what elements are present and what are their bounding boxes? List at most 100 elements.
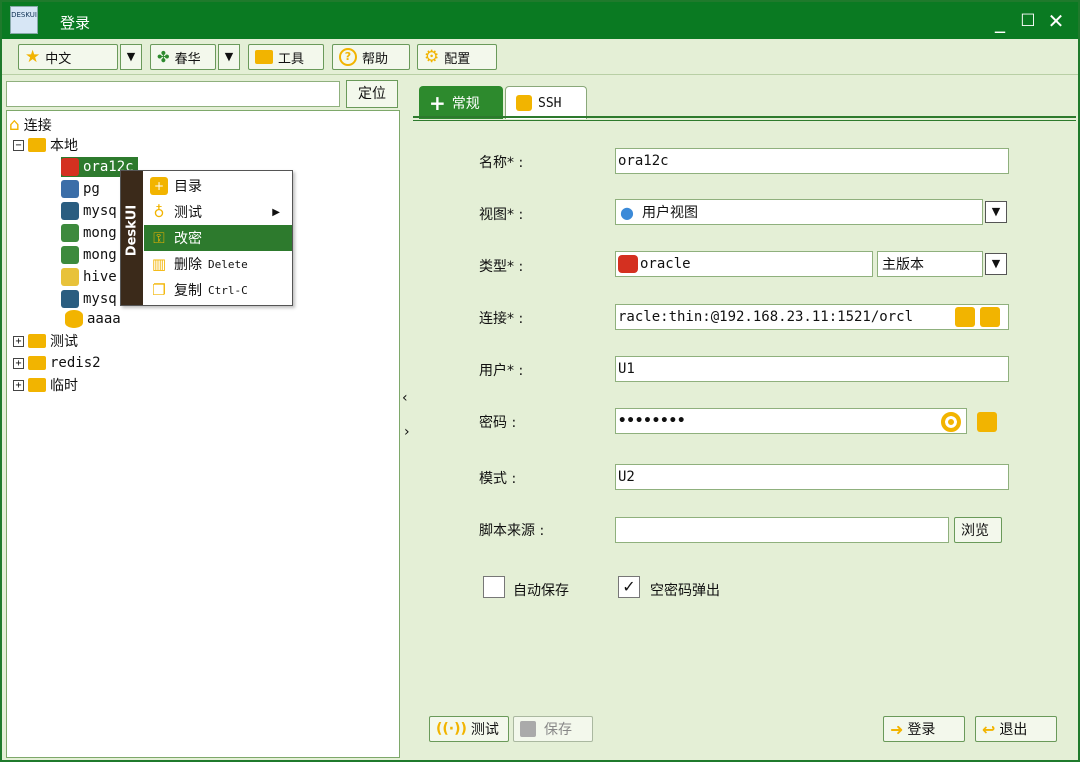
password-value: •••••••• [618,413,686,429]
tree-folder-redis2[interactable]: + redis2 [13,353,101,373]
collapse-left-icon[interactable]: ‹ [402,390,408,406]
oracle-icon [61,158,79,176]
version-select[interactable]: 主版本 [877,251,983,277]
folder-icon [28,334,46,348]
context-menu: DeskUI + 目录 ♁ 测试 ▶ ⚿ 改密 ▥ 删除 Delete ❐ 复制… [120,170,293,306]
collapse-icon[interactable]: − [13,139,24,151]
show-password-icon[interactable] [941,412,961,432]
type-value: oracle [640,256,691,272]
exit-button[interactable]: ↩ 退出 [975,716,1057,742]
menu-item-change-password[interactable]: ⚿ 改密 [144,225,292,251]
mysql-icon [61,290,79,308]
tab-ssh[interactable]: SSH [505,86,587,119]
empty-password-prompt-checkbox[interactable]: ✓ [618,576,640,598]
tree-root-label: 连接 [23,118,52,134]
save-label: 保存 [544,722,572,738]
toolbox-icon [255,50,273,64]
expand-icon[interactable]: + [13,335,24,347]
menu-item-label: 删除 [174,257,202,273]
help-button[interactable]: ? 帮助 [332,44,410,70]
tab-general-label: 常规 [451,95,480,112]
menu-item-delete[interactable]: ▥ 删除 Delete [144,251,292,277]
menu-item-directory[interactable]: + 目录 [144,173,292,199]
password-field[interactable]: •••••••• [615,408,967,434]
menu-item-test[interactable]: ♁ 测试 ▶ [144,199,292,225]
url-template-icon[interactable] [980,307,1000,327]
search-input[interactable] [6,81,340,107]
connection-label: 连接* : [479,311,524,327]
connection-field[interactable]: racle:thin:@192.168.23.11:1521/orcl [615,304,1009,330]
menu-item-label: 改密 [174,231,202,247]
tree-root[interactable]: ⌂ 连接 [9,115,52,135]
theme-dropdown-icon[interactable]: ▼ [218,44,240,70]
schema-field[interactable]: U2 [615,464,1009,490]
maple-leaf-icon: ✤ [157,48,170,66]
tree-item-pg[interactable]: pg [61,179,100,199]
menu-item-copy[interactable]: ❐ 复制 Ctrl-C [144,277,292,303]
expand-icon[interactable]: + [13,357,24,369]
mongodb-icon [61,224,79,242]
tree-folder-local[interactable]: − 本地 [13,135,78,155]
tree-folder-test[interactable]: + 测试 [13,331,78,351]
unlock-icon[interactable] [977,412,997,432]
expand-url-icon[interactable] [955,307,975,327]
tree-folder-temp[interactable]: + 临时 [13,375,78,395]
schema-label: 模式 : [479,471,517,487]
app-logo-icon: DESKUI [10,6,38,34]
title-bar[interactable]: DESKUI 登录 _ ☐ ✕ [2,2,1078,39]
tree-item-mysql[interactable]: mysq [61,201,117,221]
submenu-arrow-icon: ▶ [272,206,280,218]
script-source-field[interactable] [615,517,949,543]
browse-button[interactable]: 浏览 [954,517,1002,543]
type-field[interactable]: oracle [615,251,873,277]
locate-button[interactable]: 定位 [346,80,398,108]
toolbar: ★ 中文 ▼ ✤ 春华 ▼ 工具 ? 帮助 ⚙ 配置 [2,39,1078,75]
name-field[interactable]: ora12c [615,148,1009,174]
tree-item-aaaa[interactable]: aaaa [65,309,121,329]
tree-folder-label: 测试 [50,334,78,350]
view-dropdown-icon[interactable]: ▼ [985,201,1007,223]
theme-select[interactable]: ✤ 春华 [150,44,216,70]
tree-item-mysql[interactable]: mysq [61,289,117,309]
mysql-icon [61,202,79,220]
tab-underline [413,116,1076,121]
tree-item-hive[interactable]: hive [61,267,117,287]
tools-button[interactable]: 工具 [248,44,324,70]
mongodb-icon [61,246,79,264]
close-icon[interactable]: ✕ [1043,8,1069,34]
menu-item-label: 复制 [174,283,202,299]
schema-value: U2 [618,469,635,485]
version-dropdown-icon[interactable]: ▼ [985,253,1007,275]
view-select[interactable]: ● 用户视图 [615,199,983,225]
tree-item-mongo[interactable]: mong [61,223,117,243]
name-value: ora12c [618,153,669,169]
minimize-icon[interactable]: _ [987,8,1013,34]
type-label: 类型* : [479,259,524,275]
maximize-icon[interactable]: ☐ [1015,8,1041,34]
tree-item-mongo[interactable]: mong [61,245,117,265]
test-button[interactable]: ((·)) 测试 [429,716,509,742]
panel-splitter[interactable]: ‹ › [401,78,413,758]
tab-general[interactable]: + 常规 [419,86,503,119]
config-button[interactable]: ⚙ 配置 [417,44,497,70]
language-select[interactable]: ★ 中文 [18,44,118,70]
expand-right-icon[interactable]: › [404,424,410,440]
user-field[interactable]: U1 [615,356,1009,382]
view-label: 视图* : [479,207,524,223]
language-label: 中文 [45,51,72,67]
star-icon: ★ [25,47,41,67]
tree-item-label: aaaa [87,311,121,327]
folder-icon [28,138,46,152]
tab-ssh-label: SSH [538,95,562,111]
connection-value: racle:thin:@192.168.23.11:1521/orcl [618,309,914,325]
language-dropdown-icon[interactable]: ▼ [120,44,142,70]
tree-item-label: mysq [83,291,117,307]
logo-text: DESKUI [11,11,37,19]
login-button[interactable]: ➜ 登录 [883,716,965,742]
context-menu-brand: DeskUI [121,171,143,305]
expand-icon[interactable]: + [13,379,24,391]
password-label: 密码 : [479,415,517,431]
autosave-checkbox[interactable] [483,576,505,598]
save-button[interactable]: 保存 [513,716,593,742]
add-folder-icon: + [150,177,168,195]
